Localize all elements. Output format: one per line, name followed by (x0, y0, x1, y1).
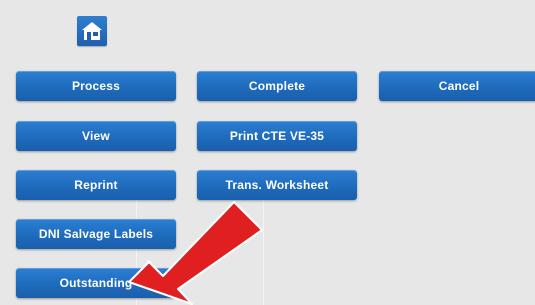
cancel-button[interactable]: Cancel (379, 71, 535, 101)
view-button[interactable]: View (16, 121, 176, 151)
divider-line (263, 195, 264, 305)
complete-button[interactable]: Complete (197, 71, 357, 101)
page-background: Process Complete Cancel View Print CTE V… (0, 0, 535, 305)
dni-salvage-labels-button[interactable]: DNI Salvage Labels (16, 219, 176, 249)
print-cte-ve35-button[interactable]: Print CTE VE-35 (197, 121, 357, 151)
outstanding-button[interactable]: Outstanding (16, 268, 176, 298)
home-icon (82, 22, 102, 40)
home-button[interactable] (77, 16, 107, 46)
trans-worksheet-button[interactable]: Trans. Worksheet (197, 170, 357, 200)
reprint-button[interactable]: Reprint (16, 170, 176, 200)
process-button[interactable]: Process (16, 71, 176, 101)
